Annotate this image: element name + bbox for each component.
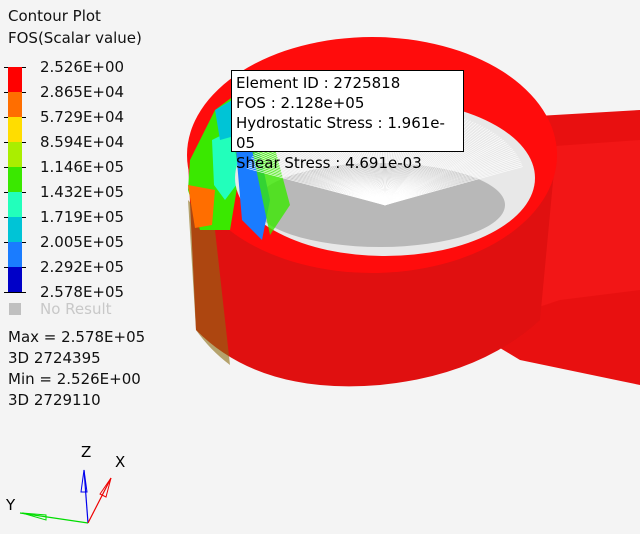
legend-color-band — [8, 117, 22, 142]
z-axis-label: Z — [81, 443, 92, 461]
y-axis-label: Y — [6, 496, 16, 514]
legend-color-band — [8, 67, 22, 92]
max-element: 3D 2724395 — [8, 349, 101, 367]
legend-color-band — [8, 217, 22, 242]
legend-color-band — [8, 192, 22, 217]
legend-level-label: 1.719E+05 — [40, 208, 125, 226]
x-axis-label: X — [115, 453, 126, 471]
legend-tick — [4, 292, 26, 293]
legend-color-band — [8, 142, 22, 167]
axis-triad — [19, 469, 112, 524]
legend-color-band — [8, 167, 22, 192]
legend-color-band — [8, 267, 22, 292]
legend-level-label: 1.146E+05 — [40, 158, 125, 176]
legend-color-band — [8, 92, 22, 117]
min-label: Min = 2.526E+00 — [8, 370, 141, 388]
element-tooltip: Element ID : 2725818 FOS : 2.128e+05 Hyd… — [231, 70, 464, 172]
legend-level-label: 5.729E+04 — [40, 108, 125, 126]
legend-title: Contour Plot — [8, 7, 101, 25]
tooltip-fos: FOS : 2.128e+05 — [236, 94, 365, 112]
no-result-label: No Result — [40, 300, 112, 318]
legend-level-label: 8.594E+04 — [40, 133, 125, 151]
x-axis-arrow — [87, 477, 112, 524]
no-result-swatch — [9, 303, 21, 315]
y-axis-arrow — [19, 512, 89, 524]
legend-level-label: 2.292E+05 — [40, 258, 125, 276]
legend-level-label: 2.005E+05 — [40, 233, 125, 251]
tooltip-element-id: Element ID : 2725818 — [236, 74, 401, 92]
min-element: 3D 2729110 — [8, 391, 101, 409]
tooltip-hydrostatic: Hydrostatic Stress : 1.961e-05 — [236, 114, 445, 152]
legend-level-label: 2.578E+05 — [40, 283, 125, 301]
max-label: Max = 2.578E+05 — [8, 328, 146, 346]
legend-level-label: 2.526E+00 — [40, 58, 125, 76]
legend-subtitle: FOS(Scalar value) — [8, 29, 142, 47]
legend-color-band — [8, 242, 22, 267]
tooltip-shear: Shear Stress : 4.691e-03 — [236, 154, 422, 172]
legend-level-label: 2.865E+04 — [40, 83, 125, 101]
legend-level-label: 1.432E+05 — [40, 183, 125, 201]
